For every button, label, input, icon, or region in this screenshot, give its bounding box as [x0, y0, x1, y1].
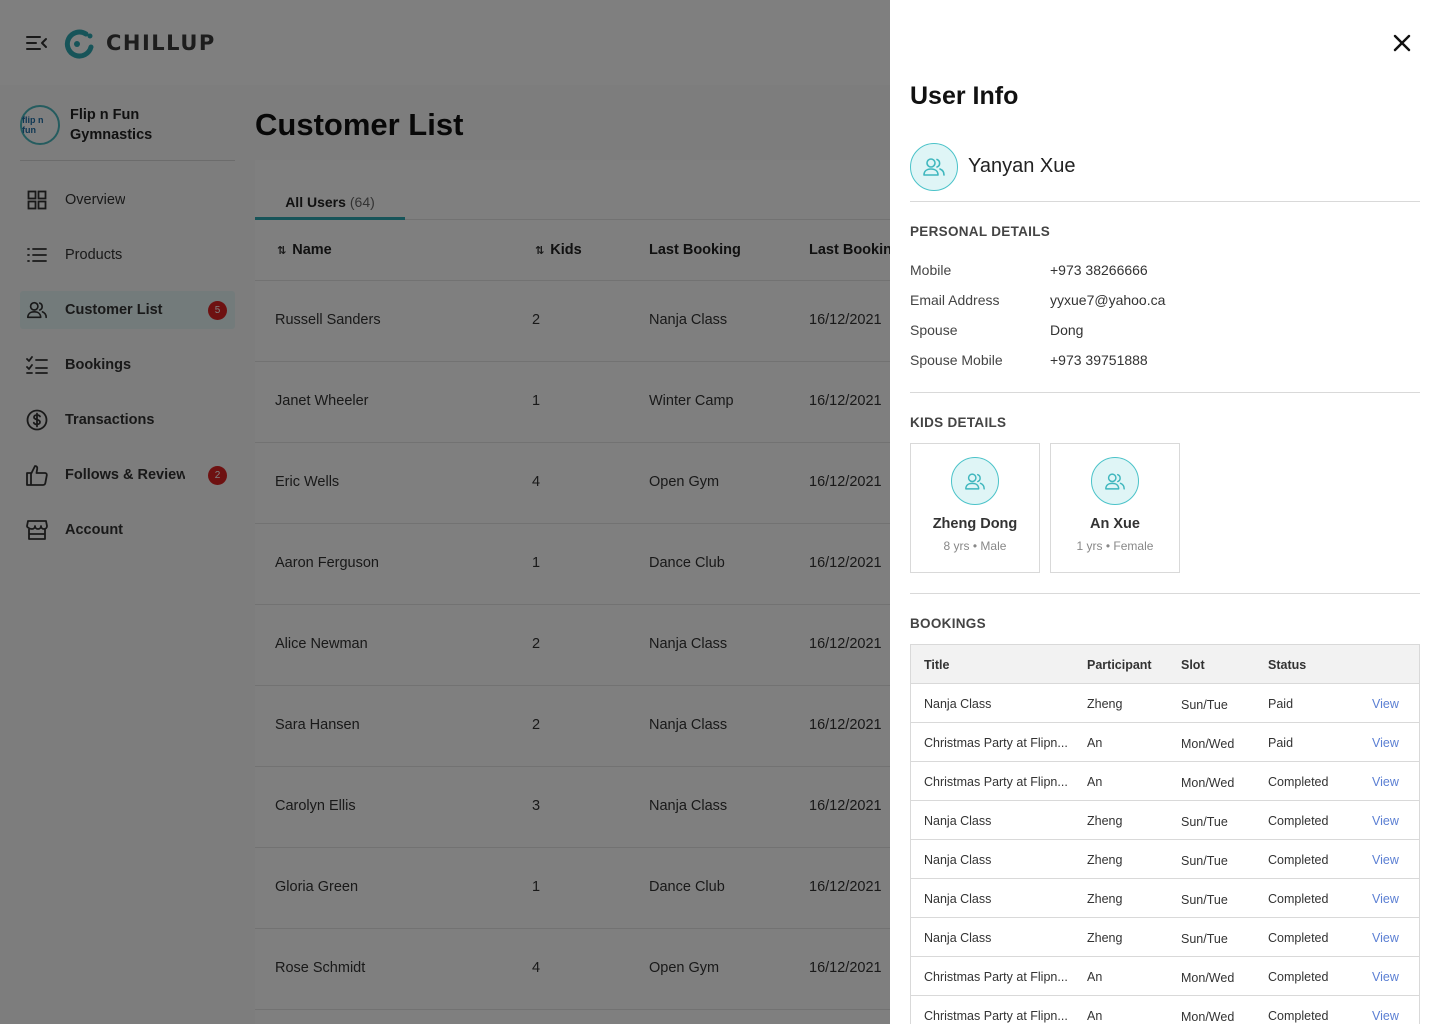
booking-title: Christmas Party at Flipn... — [924, 970, 1068, 984]
booking-row: Christmas Party at Flipn... An Mon/Wed Comp… — [911, 957, 1419, 996]
view-booking-link[interactable]: View — [1372, 736, 1399, 750]
kids-details: Zheng Dong 8 yrs • Male An Xue 1 yrs • Fema… — [910, 443, 1420, 594]
detail-value: +973 38266666 — [1050, 262, 1148, 278]
personal-details: Mobile +973 38266666 Email Address yyxue7@y… — [910, 262, 1420, 393]
booking-participant: Zheng — [1087, 814, 1123, 828]
bookings-table: Title Participant Slot Status Nanja Clas… — [910, 644, 1420, 1024]
booking-status: Completed — [1268, 931, 1329, 945]
detail-label: Email Address — [910, 292, 1000, 308]
booking-title: Nanja Class — [924, 814, 992, 828]
view-booking-link[interactable]: View — [1372, 697, 1399, 711]
booking-slot: Sun/Tue — [1181, 854, 1228, 868]
booking-row: Christmas Party at Flipn... An Mon/Wed Paid… — [911, 723, 1419, 762]
booking-status: Completed — [1268, 892, 1329, 906]
col-status-header: Status — [1268, 658, 1307, 672]
booking-status: Completed — [1268, 1009, 1329, 1023]
kid-card[interactable]: Zheng Dong 8 yrs • Male — [910, 443, 1040, 573]
booking-title: Christmas Party at Flipn... — [924, 775, 1068, 789]
booking-row: Christmas Party at Flipn... An Mon/Wed Comp… — [911, 996, 1419, 1024]
booking-title: Nanja Class — [924, 697, 992, 711]
kids-details-heading: KIDS DETAILS — [910, 415, 1007, 430]
booking-row: Nanja Class Zheng Sun/Tue Completed View — [911, 801, 1419, 840]
booking-title: Christmas Party at Flipn... — [924, 1009, 1068, 1023]
booking-participant: Zheng — [1087, 697, 1123, 711]
user-header: Yanyan Xue — [910, 143, 1420, 202]
booking-participant: An — [1087, 970, 1103, 984]
kid-meta: 8 yrs • Male — [943, 539, 1007, 553]
booking-participant: Zheng — [1087, 931, 1123, 945]
view-booking-link[interactable]: View — [1372, 814, 1399, 828]
detail-value: Dong — [1050, 322, 1084, 338]
close-icon[interactable] — [1392, 33, 1412, 53]
bookings-heading: BOOKINGS — [910, 616, 986, 631]
booking-row: Nanja Class Zheng Sun/Tue Completed View — [911, 840, 1419, 879]
view-booking-link[interactable]: View — [1372, 1009, 1399, 1023]
col-title-header: Title — [924, 658, 950, 672]
detail-row: Email Address yyxue7@yahoo.ca — [910, 292, 1420, 322]
detail-value: yyxue7@yahoo.ca — [1050, 292, 1166, 308]
booking-status: Completed — [1268, 970, 1329, 984]
detail-label: Spouse — [910, 322, 958, 338]
detail-row: Spouse Dong — [910, 322, 1420, 352]
booking-participant: An — [1087, 736, 1103, 750]
booking-participant: Zheng — [1087, 853, 1123, 867]
kid-name: Zheng Dong — [932, 516, 1018, 532]
booking-title: Nanja Class — [924, 931, 992, 945]
view-booking-link[interactable]: View — [1372, 970, 1399, 984]
personal-details-heading: PERSONAL DETAILS — [910, 224, 1051, 239]
detail-row: Spouse Mobile +973 39751888 — [910, 352, 1420, 382]
bookings-table-header: Title Participant Slot Status — [911, 645, 1419, 684]
view-booking-link[interactable]: View — [1372, 931, 1399, 945]
col-participant-header: Participant — [1087, 658, 1152, 672]
detail-row: Mobile +973 38266666 — [910, 262, 1420, 292]
user-name: Yanyan Xue — [968, 155, 1076, 177]
user-info-drawer: User Info Yanyan Xue PERSONAL DETAILS Mo… — [890, 0, 1440, 1024]
drawer-title: User Info — [910, 82, 1019, 110]
booking-slot: Mon/Wed — [1181, 737, 1235, 751]
booking-slot: Mon/Wed — [1181, 776, 1235, 790]
view-booking-link[interactable]: View — [1372, 775, 1399, 789]
booking-slot: Sun/Tue — [1181, 932, 1228, 946]
booking-slot: Sun/Tue — [1181, 815, 1228, 829]
booking-row: Nanja Class Zheng Sun/Tue Completed View — [911, 879, 1419, 918]
col-slot-header: Slot — [1181, 658, 1205, 672]
booking-slot: Sun/Tue — [1181, 698, 1228, 712]
booking-participant: An — [1087, 775, 1103, 789]
booking-row: Christmas Party at Flipn... An Mon/Wed Comp… — [911, 762, 1419, 801]
user-avatar-icon — [910, 143, 958, 191]
kid-avatar-icon — [1091, 457, 1139, 505]
booking-slot: Mon/Wed — [1181, 1010, 1235, 1024]
view-booking-link[interactable]: View — [1372, 853, 1399, 867]
booking-status: Completed — [1268, 775, 1329, 789]
kid-avatar-icon — [951, 457, 999, 505]
detail-label: Spouse Mobile — [910, 352, 1003, 368]
booking-status: Paid — [1268, 697, 1294, 711]
booking-title: Nanja Class — [924, 853, 992, 867]
booking-status: Paid — [1268, 736, 1294, 750]
kid-meta: 1 yrs • Female — [1076, 539, 1154, 553]
booking-row: Nanja Class Zheng Sun/Tue Completed View — [911, 918, 1419, 957]
booking-row: Nanja Class Zheng Sun/Tue Paid View — [911, 684, 1419, 723]
booking-title: Christmas Party at Flipn... — [924, 736, 1068, 750]
kid-name: An Xue — [1090, 516, 1140, 532]
booking-title: Nanja Class — [924, 892, 992, 906]
booking-slot: Mon/Wed — [1181, 971, 1235, 985]
view-booking-link[interactable]: View — [1372, 892, 1399, 906]
booking-participant: An — [1087, 1009, 1103, 1023]
bookings-table-body: Nanja Class Zheng Sun/Tue Paid View Christmas… — [911, 684, 1419, 1024]
kid-card[interactable]: An Xue 1 yrs • Female — [1050, 443, 1180, 573]
booking-participant: Zheng — [1087, 892, 1123, 906]
detail-value: +973 39751888 — [1050, 352, 1148, 368]
booking-status: Completed — [1268, 814, 1329, 828]
booking-status: Completed — [1268, 853, 1329, 867]
detail-label: Mobile — [910, 262, 952, 278]
booking-slot: Sun/Tue — [1181, 893, 1228, 907]
